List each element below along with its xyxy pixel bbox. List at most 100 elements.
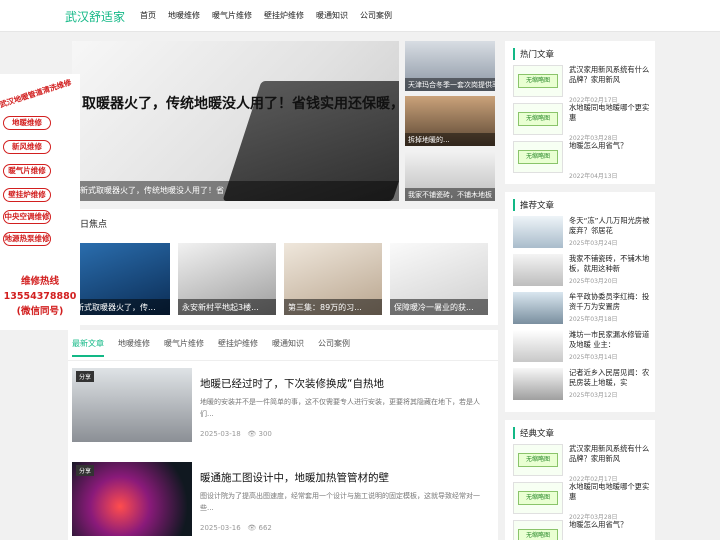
nav-item-floor-heating[interactable]: 地暖维修: [168, 10, 200, 21]
hot-articles-title: 热门文章: [513, 48, 554, 60]
banner-headline: 取暖器火了，传统地暖没人用了！省钱实用还保暖，真厉: [82, 96, 399, 112]
tab-floor-heating[interactable]: 地暖维修: [118, 338, 150, 357]
article-date: 2025-03-18: [200, 430, 241, 438]
focus-section: 日焦点 新式取暖器火了，传... 永安新村平地起3楼... 第三集：89万的习.…: [68, 209, 498, 325]
sidebar-article-title[interactable]: 地暖怎么用省气？: [569, 141, 651, 151]
sidebar-article-title[interactable]: 地暖怎么用省气？: [569, 520, 651, 530]
sidebar-article-date: 2022年04月13日: [569, 173, 618, 180]
no-thumbnail-placeholder: 无缩略图: [513, 444, 563, 476]
article-summary: 地暖的安装并不是一件简单的事，这不仅需要专人进行安装，更要将其隐藏在地下，若是人…: [200, 398, 480, 418]
sidebar-article-title[interactable]: 我家不铺瓷砖，不铺木地板，就用这种新: [569, 254, 651, 274]
sidebar-thumbnail[interactable]: [513, 368, 563, 400]
tab-knowledge[interactable]: 暖通知识: [272, 338, 304, 357]
ad-slogan: 武汉地暖管道清洗维修: [0, 77, 73, 110]
no-thumbnail-placeholder: 无缩略图: [513, 103, 563, 135]
sidebar-article[interactable]: 我家不铺瓷砖，不铺木地板，就用这种新 2025年03月20日: [513, 254, 651, 288]
ad-hotline-phone[interactable]: 13554378880: [0, 290, 80, 304]
article-list: 最新文章 地暖维修 暖气片维修 壁挂炉维修 暖通知识 公司案例 分享 地暖已经过…: [68, 330, 498, 540]
banner-caption-bar[interactable]: 新式取暖器火了，传统地暖没人用了！省: [72, 181, 399, 201]
classic-articles-panel: 经典文章 无缩略图 武汉家用新风系统有什么品牌？家用新风 2022年02月17日…: [505, 420, 655, 540]
category-tabs: 最新文章 地暖维修 暖气片维修 壁挂炉维修 暖通知识 公司案例: [72, 338, 350, 357]
no-thumbnail-placeholder: 无缩略图: [513, 520, 563, 540]
focus-card[interactable]: 永安新村平地起3楼...: [178, 243, 276, 315]
side-thumb[interactable]: 天津玛合冬季一套次岗提供率...: [405, 41, 495, 91]
no-thumbnail-placeholder: 无缩略图: [513, 65, 563, 97]
recommended-articles-panel: 推荐文章 冬天“冻”人几万阳光房被废弃？邻居花 2025年03月24日 我家不铺…: [505, 192, 655, 412]
focus-card[interactable]: 第三集：89万的习...: [284, 243, 382, 315]
eye-icon: 👁: [247, 524, 257, 532]
nav-item-knowledge[interactable]: 暖通知识: [316, 10, 348, 21]
main-nav: 首页 地暖维修 暖气片维修 壁挂炉维修 暖通知识 公司案例: [140, 10, 392, 21]
sidebar-article[interactable]: 无缩略图 水地暖同电地暖哪个更实惠 2022年03月28日: [513, 482, 651, 521]
article-views: 300: [258, 430, 272, 438]
sidebar-thumbnail[interactable]: [513, 330, 563, 362]
sidebar-article[interactable]: 潍坊一市民家漏水修管道及地暖 业主： 2025年03月14日: [513, 330, 651, 364]
article-title[interactable]: 地暖已经过时了，下次装修换成“自热地: [200, 376, 384, 391]
sidebar-thumbnail[interactable]: [513, 216, 563, 248]
article-title[interactable]: 暖通施工图设计中，地暖加热管管材的壁: [200, 470, 389, 485]
tab-radiator[interactable]: 暖气片维修: [164, 338, 204, 357]
sidebar-article[interactable]: 无缩略图 地暖怎么用省气？ 2022年04月13日: [513, 141, 651, 180]
eye-icon: 👁: [247, 430, 257, 438]
nav-item-home[interactable]: 首页: [140, 10, 156, 21]
sidebar-article-title[interactable]: 武汉家用新风系统有什么品牌？家用新风: [569, 65, 651, 85]
sidebar-article-title[interactable]: 水地暖同电地暖哪个更实惠: [569, 482, 651, 502]
floating-service-ad[interactable]: 武汉地暖管道清洗维修 地暖维修 新风维修 暖气片维修 壁挂炉维修 中央空调维修 …: [0, 74, 80, 330]
side-thumb[interactable]: 我家不铺瓷砖，不铺木地板: [405, 151, 495, 201]
ad-button-boiler[interactable]: 壁挂炉维修: [3, 188, 51, 202]
classic-articles-title: 经典文章: [513, 427, 554, 439]
site-logo[interactable]: 武汉舒适家: [65, 8, 125, 25]
ad-hotline-label: 维修热线: [20, 276, 59, 287]
sidebar-article[interactable]: 无缩略图 武汉家用新风系统有什么品牌？家用新风 2022年02月17日: [513, 65, 651, 104]
sidebar-article[interactable]: 冬天“冻”人几万阳光房被废弃？邻居花 2025年03月24日: [513, 216, 651, 250]
share-tag: 分享: [76, 465, 95, 476]
sidebar-thumbnail[interactable]: [513, 292, 563, 324]
no-thumbnail-placeholder: 无缩略图: [513, 141, 563, 173]
hot-articles-panel: 热门文章 无缩略图 武汉家用新风系统有什么品牌？家用新风 2022年02月17日…: [505, 41, 655, 184]
list-item[interactable]: 分享 暖通施工图设计中，地暖加热管管材的壁 图设计院为了提高出图速度，经常套用一…: [72, 462, 492, 540]
focus-card[interactable]: 新式取暖器火了，传...: [72, 243, 170, 315]
article-views: 662: [258, 524, 272, 532]
sidebar-article-title[interactable]: 水地暖同电地暖哪个更实惠: [569, 103, 651, 123]
recommended-articles-title: 推荐文章: [513, 199, 554, 211]
sidebar-article-title[interactable]: 牟平政协委员李红梅：投资千万为安置房: [569, 292, 651, 312]
ad-button-floor-heating[interactable]: 地暖维修: [3, 116, 51, 130]
ad-button-radiator[interactable]: 暖气片维修: [3, 164, 51, 178]
nav-item-radiator[interactable]: 暖气片维修: [212, 10, 252, 21]
tab-boiler[interactable]: 壁挂炉维修: [218, 338, 258, 357]
sidebar-article-title[interactable]: 武汉家用新风系统有什么品牌？家用新风: [569, 444, 651, 464]
focus-title: 日焦点: [80, 220, 108, 230]
banner-caption: 新式取暖器火了，传统地暖没人用了！省: [80, 186, 224, 195]
sidebar-article-title[interactable]: 冬天“冻”人几万阳光房被废弃？邻居花: [569, 216, 651, 236]
sidebar-article-title[interactable]: 潍坊一市民家漏水修管道及地暖 业主：: [569, 330, 651, 350]
ad-button-heat-pump[interactable]: 地源热泵维修: [3, 232, 51, 246]
focus-card-label: 永安新村平地起3楼...: [178, 299, 276, 315]
article-thumbnail[interactable]: 分享: [72, 368, 192, 442]
hero-banner[interactable]: 取暖器火了，传统地暖没人用了！省钱实用还保暖，真厉: [72, 41, 399, 201]
side-thumb[interactable]: 拆掉地暖的...: [405, 96, 495, 146]
ad-slogan-box: 武汉地暖管道清洗维修: [0, 74, 80, 112]
tab-cases[interactable]: 公司案例: [318, 338, 350, 357]
sidebar-article[interactable]: 无缩略图 地暖怎么用省气？: [513, 520, 651, 540]
ad-button-fresh-air[interactable]: 新风维修: [3, 140, 51, 154]
side-thumb-label: 拆掉地暖的...: [405, 133, 495, 146]
focus-card-label: 保障暖冷一暑业的获...: [390, 299, 488, 315]
sidebar-thumbnail[interactable]: [513, 254, 563, 286]
sidebar-article[interactable]: 无缩略图 水地暖同电地暖哪个更实惠 2022年03月28日: [513, 103, 651, 142]
article-thumbnail[interactable]: 分享: [72, 462, 192, 536]
sidebar-article[interactable]: 记者近乡入民居见闻：农民房装上地暖，实 2025年03月12日: [513, 368, 651, 402]
tab-divider: [68, 360, 498, 361]
list-item[interactable]: 分享 地暖已经过时了，下次装修换成“自热地 地暖的安装并不是一件简单的事，这不仅…: [72, 368, 492, 448]
focus-card[interactable]: 保障暖冷一暑业的获...: [390, 243, 488, 315]
share-tag: 分享: [76, 371, 95, 382]
ad-button-central-ac[interactable]: 中央空调维修: [3, 210, 51, 224]
sidebar-article-title[interactable]: 记者近乡入民居见闻：农民房装上地暖，实: [569, 368, 651, 388]
sidebar-article[interactable]: 牟平政协委员李红梅：投资千万为安置房 2025年03月18日: [513, 292, 651, 326]
ad-wechat-note: (微信同号): [16, 306, 64, 317]
tab-latest[interactable]: 最新文章: [72, 338, 104, 357]
sidebar-article[interactable]: 无缩略图 武汉家用新风系统有什么品牌？家用新风 2022年02月17日: [513, 444, 651, 483]
article-date: 2025-03-16: [200, 524, 241, 532]
sidebar-article-date: 2025年03月18日: [569, 316, 618, 323]
nav-item-boiler[interactable]: 壁挂炉维修: [264, 10, 304, 21]
nav-item-cases[interactable]: 公司案例: [360, 10, 392, 21]
